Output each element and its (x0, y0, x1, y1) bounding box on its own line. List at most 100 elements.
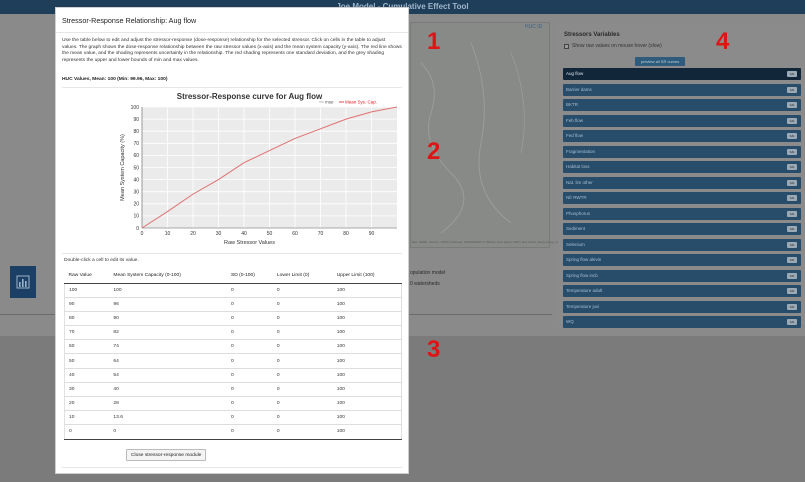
table-cell[interactable]: 0 (272, 368, 333, 383)
table-cell[interactable]: 0 (64, 424, 110, 440)
se-button[interactable]: S/E (787, 319, 797, 325)
table-cell[interactable]: 0 (109, 424, 227, 440)
stressor-item[interactable]: WQ S/E (563, 316, 801, 328)
stressor-item[interactable]: Temperature adult S/E (563, 285, 801, 297)
table-cell[interactable]: 40 (64, 368, 110, 383)
se-button[interactable]: S/E (787, 288, 797, 294)
stressor-item[interactable]: Feb flow S/E (563, 114, 801, 127)
se-button[interactable]: S/E (787, 179, 797, 186)
stressor-item[interactable]: Aug flow S/E (563, 68, 801, 80)
table-cell[interactable]: 70 (64, 325, 110, 341)
table-cell[interactable]: 0 (272, 382, 333, 398)
table-cell[interactable]: 0 (272, 396, 333, 412)
table-cell[interactable]: 0 (226, 297, 273, 312)
table-cell[interactable]: 96 (109, 297, 227, 312)
stressor-item[interactable]: Nat. lim other S/E (563, 176, 801, 189)
table-cell[interactable]: 0 (272, 297, 333, 312)
table-cell[interactable]: 100 (332, 325, 402, 341)
table-cell[interactable]: 100 (332, 410, 402, 426)
stressor-item-label: BKTR (566, 102, 579, 107)
stressor-item[interactable]: Fragmentation S/E (563, 145, 801, 158)
se-button[interactable]: S/E (787, 133, 797, 139)
table-cell[interactable]: 90 (109, 311, 227, 327)
stressor-item[interactable]: Phosphorus S/E (563, 207, 801, 220)
se-button[interactable]: S/E (787, 102, 797, 108)
table-cell[interactable]: 100 (332, 339, 402, 355)
se-button[interactable]: S/E (787, 117, 797, 124)
table-cell[interactable]: 54 (109, 368, 227, 383)
table-cell[interactable]: 100 (64, 283, 110, 298)
table-cell[interactable]: 10 (64, 410, 110, 426)
table-cell[interactable]: 100 (332, 368, 402, 383)
table-cell[interactable]: 0 (226, 424, 273, 440)
preview-all-curves-button[interactable]: preview all SR curves (635, 57, 685, 66)
close-module-button[interactable]: Close stressor-response module (126, 449, 207, 461)
table-cell[interactable]: 0 (226, 382, 273, 398)
table-cell[interactable]: 100 (332, 283, 402, 298)
stressor-item[interactable]: Barrier dams S/E (563, 83, 801, 96)
stressor-item[interactable]: Spring flow incb S/E (563, 269, 801, 282)
table-cell[interactable]: 0 (226, 325, 273, 341)
stressor-item[interactable]: Selenium S/E (563, 238, 801, 251)
table-cell[interactable]: 0 (226, 339, 273, 355)
x-axis-label: Raw Stressor Values (224, 240, 275, 246)
table-cell[interactable]: 90 (64, 297, 110, 312)
stressor-item[interactable]: Fed flow S/E (563, 130, 801, 142)
table-cell[interactable]: 20 (64, 396, 110, 412)
se-button[interactable]: S/E (787, 86, 797, 93)
table-cell[interactable]: 100 (332, 353, 402, 369)
table-cell[interactable]: 0 (226, 368, 273, 383)
table-cell[interactable]: 0 (272, 283, 333, 298)
table-cell[interactable]: 28 (109, 396, 227, 412)
table-cell[interactable]: 0 (226, 396, 273, 412)
table-cell[interactable]: 0 (272, 311, 333, 327)
se-button[interactable]: S/E (787, 272, 797, 279)
table-row: 80 90 0 0 100 (64, 311, 402, 327)
se-button[interactable]: S/E (787, 148, 797, 155)
table-cell[interactable]: 40 (109, 382, 227, 398)
stressor-item[interactable]: Sediment S/E (563, 223, 801, 235)
table-cell[interactable]: 80 (64, 311, 110, 327)
stressor-item[interactable]: Temperature juvi S/E (563, 300, 801, 313)
y-axis-label: Mean System Capacity (%) (120, 134, 126, 201)
stressor-item[interactable]: Habitat loss S/E (563, 161, 801, 173)
table-cell[interactable]: 0 (226, 283, 273, 298)
table-cell[interactable]: 100 (332, 424, 402, 440)
table-cell[interactable]: 60 (64, 339, 110, 355)
checkbox-box[interactable] (564, 43, 569, 49)
table-cell[interactable]: 0 (226, 311, 273, 327)
se-button[interactable]: S/E (787, 257, 797, 263)
table-cell[interactable]: 100 (109, 283, 227, 298)
table-cell[interactable]: 0 (272, 410, 333, 426)
se-button[interactable]: S/E (787, 303, 797, 310)
table-cell[interactable]: 100 (332, 297, 402, 312)
table-cell[interactable]: 0 (226, 353, 273, 369)
table-cell[interactable]: 74 (109, 339, 227, 355)
huc-id-link[interactable]: HUC ID (525, 24, 542, 30)
stressor-item[interactable]: Spring flow alevin S/E (563, 254, 801, 266)
se-button[interactable]: S/E (787, 226, 797, 232)
table-cell[interactable]: 100 (332, 311, 402, 327)
stressor-item[interactable]: Nfr RWTR S/E (563, 192, 801, 204)
bar-chart-icon[interactable] (10, 266, 36, 298)
table-cell[interactable]: 0 (272, 325, 333, 341)
se-button[interactable]: S/E (787, 210, 797, 217)
se-button[interactable]: S/E (787, 241, 797, 248)
table-cell[interactable]: 82 (109, 325, 227, 341)
table-cell[interactable]: 13.6 (109, 410, 227, 426)
table-cell[interactable]: 64 (109, 353, 227, 369)
table-cell[interactable]: 100 (332, 396, 402, 412)
stressor-item[interactable]: BKTR S/E (563, 99, 801, 111)
table-cell[interactable]: 50 (64, 353, 110, 369)
y-tick-label: 70 (133, 141, 139, 147)
table-cell[interactable]: 30 (64, 382, 110, 398)
show-raw-values-checkbox[interactable]: Show raw values on mouse hover (slow) (564, 43, 662, 49)
table-cell[interactable]: 0 (272, 353, 333, 369)
table-cell[interactable]: 0 (226, 410, 273, 426)
table-cell[interactable]: 0 (272, 339, 333, 355)
se-button[interactable]: S/E (787, 71, 797, 77)
se-button[interactable]: S/E (787, 195, 797, 201)
table-cell[interactable]: 0 (272, 424, 333, 440)
se-button[interactable]: S/E (787, 164, 797, 170)
table-cell[interactable]: 100 (332, 382, 402, 398)
